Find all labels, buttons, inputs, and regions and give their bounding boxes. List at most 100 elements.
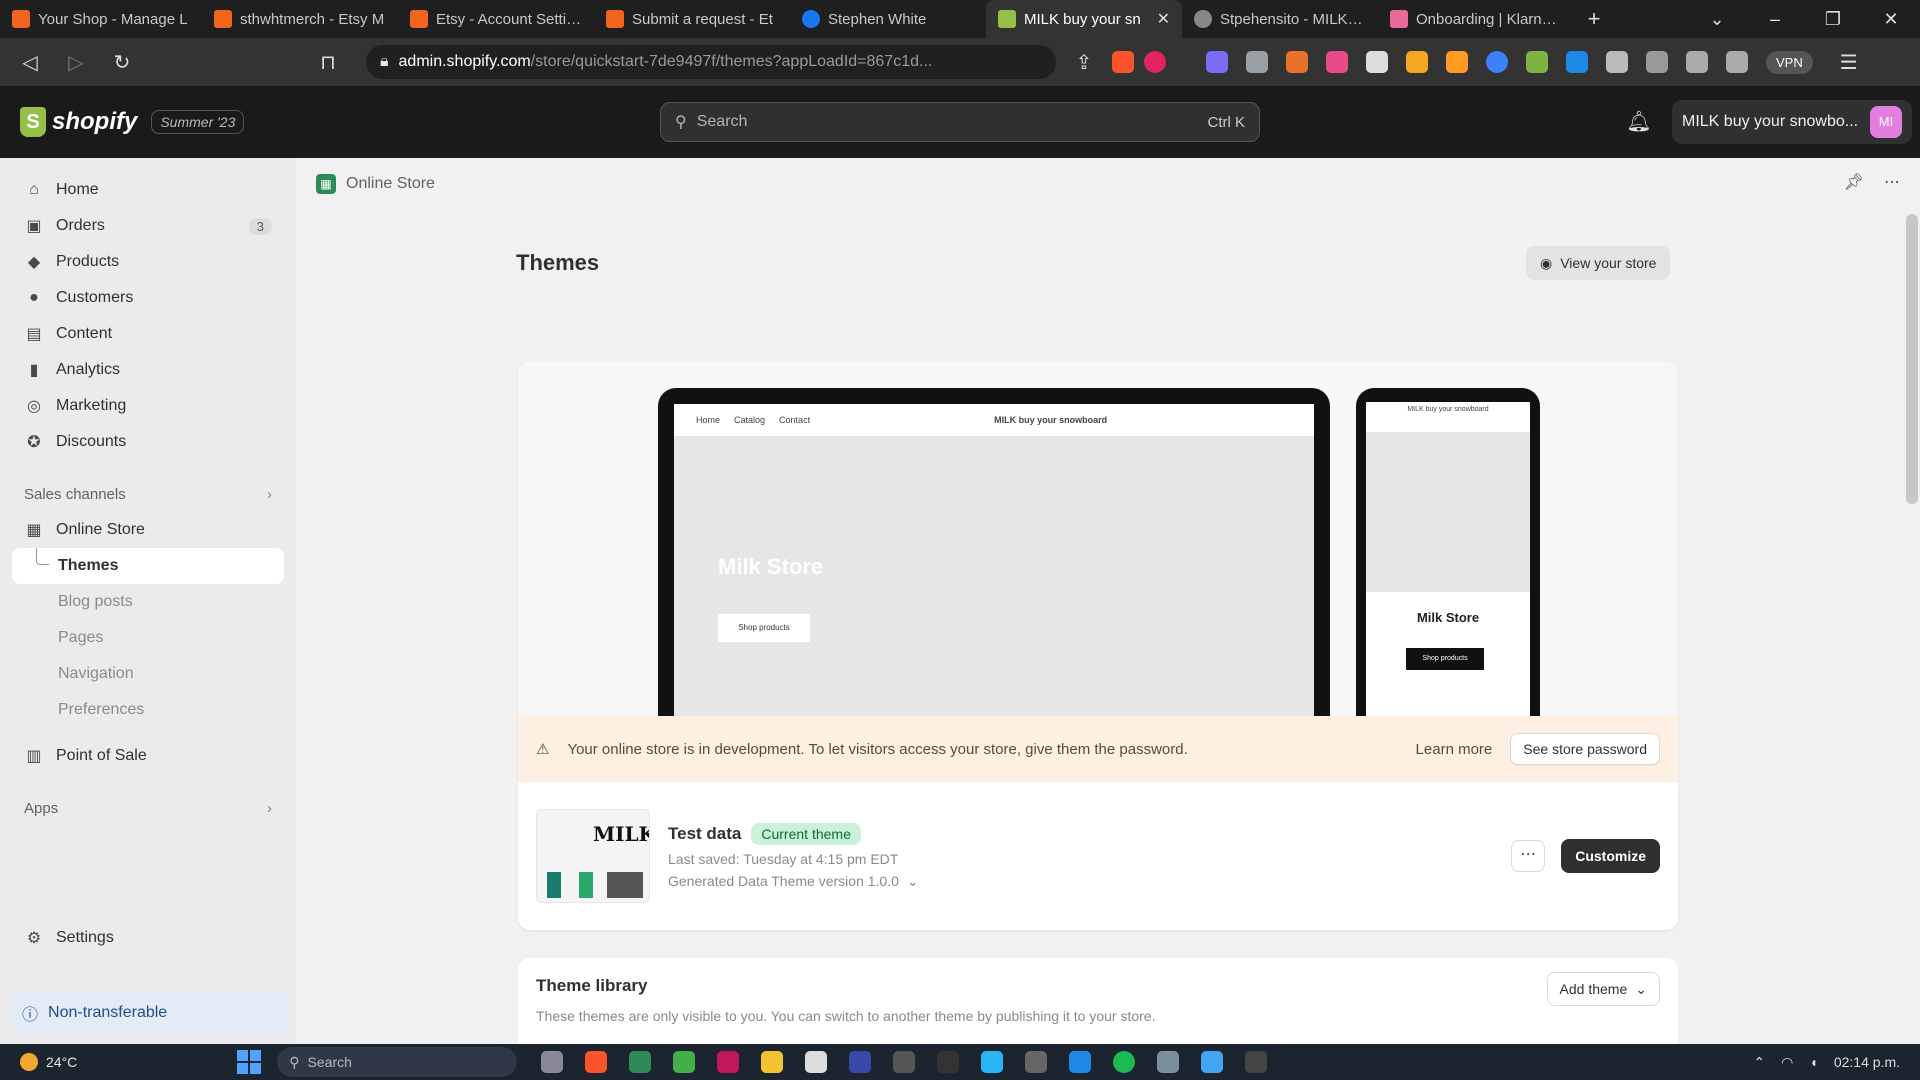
theme-actions-button[interactable]: ⋯ [1511,840,1546,872]
breadcrumb[interactable]: ▦ Online Store [316,174,435,194]
shopify-logo[interactable]: S shopify [20,107,137,137]
app-icon[interactable] [1201,1051,1224,1073]
see-store-password-button[interactable]: See store password [1510,733,1660,765]
edition-badge[interactable]: Summer '23 [151,110,245,134]
extension-icon[interactable] [1366,51,1388,73]
app-icon[interactable] [893,1051,916,1073]
sidebar-icon[interactable] [1686,51,1708,73]
extension-icon[interactable] [1406,51,1428,73]
pin-icon[interactable]: 📌︎ [1844,172,1864,192]
scrollbar[interactable] [1906,214,1918,504]
browser-tab[interactable]: sthwhtmerch - Etsy M [202,0,398,38]
app-icon[interactable] [629,1051,652,1073]
app-icon[interactable] [1069,1051,1092,1073]
sales-channels-header[interactable]: Sales channels › [12,476,284,512]
mail-icon[interactable] [805,1051,828,1073]
forward-arrow-icon[interactable]: ▷ [58,50,94,75]
spotify-icon[interactable] [1113,1051,1136,1073]
store-account-menu[interactable]: MILK buy your snowbo... MI [1672,100,1912,144]
admin-search-input[interactable]: ⚲ Search Ctrl K [660,102,1260,142]
store-icon[interactable] [1025,1051,1048,1073]
windows-start-icon[interactable] [237,1050,262,1074]
extension-icon[interactable] [1486,51,1508,73]
extension-icon[interactable] [1286,51,1308,73]
theme-info: Test data Current theme Last saved: Tues… [668,822,919,890]
folder-icon[interactable] [761,1051,784,1073]
sidebar-item-customers[interactable]: ● Customers [12,280,284,316]
extension-icon[interactable] [1246,51,1268,73]
theme-version-dropdown[interactable]: Generated Data Theme version 1.0.0 ⌄ [668,873,919,890]
brave-rewards-icon[interactable] [1144,51,1166,73]
tray-chevron-icon[interactable]: ⌃ [1753,1054,1765,1071]
development-warning-banner: ⚠ Your online store is in development. T… [518,716,1678,782]
app-icon[interactable] [849,1051,872,1073]
browser-tab[interactable]: Stpehensito - MILK bu [1182,0,1378,38]
customize-button[interactable]: Customize [1561,839,1660,873]
extension-icon[interactable] [1326,51,1348,73]
apps-header[interactable]: Apps › [12,790,284,826]
settings-app-icon[interactable] [1157,1051,1180,1073]
weather-widget[interactable]: 24°C [20,1053,77,1071]
view-store-button[interactable]: ◉ View your store [1526,246,1671,280]
browser-tab-active[interactable]: MILK buy your sn ✕ [986,0,1182,38]
sidebar-item-discounts[interactable]: ✪ Discounts [12,424,284,460]
sidebar-subitem-navigation[interactable]: Navigation [12,656,284,692]
browser-tab[interactable]: Etsy - Account Settings [398,0,594,38]
puzzle-icon[interactable] [1606,51,1628,73]
current-theme-badge: Current theme [751,822,861,845]
volume-icon[interactable]: ◖ [1809,1054,1817,1070]
restore-icon[interactable]: ❐ [1804,0,1862,38]
vpn-button[interactable]: VPN [1766,50,1813,74]
browser-tab[interactable]: Submit a request - Et [594,0,790,38]
minimize-icon[interactable]: – [1746,0,1804,38]
sidebar-item-content[interactable]: ▤ Content [12,316,284,352]
notifications-bell-icon[interactable]: 🔔︎ [1620,104,1658,140]
add-theme-button[interactable]: Add theme ⌄ [1546,972,1660,1006]
sidebar-item-marketing[interactable]: ◎ Marketing [12,388,284,424]
bookmark-icon[interactable]: ⊓ [310,50,346,75]
sidebar-item-analytics[interactable]: ▮ Analytics [12,352,284,388]
sidebar-subitem-preferences[interactable]: Preferences [12,692,284,728]
wifi-icon[interactable]: ◠ [1781,1054,1793,1071]
learn-more-link[interactable]: Learn more [1416,741,1493,758]
tab-list-chevron-icon[interactable]: ⌄ [1688,0,1746,38]
app-icon[interactable] [937,1051,960,1073]
clock[interactable]: 02:14 p.m. [1834,1054,1900,1070]
extension-icon[interactable] [1206,51,1228,73]
new-tab-button[interactable]: + [1574,0,1614,38]
url-field[interactable]: 🔒︎ admin.shopify.com/store/quickstart-7d… [366,45,1056,79]
reload-icon[interactable]: ↻ [104,50,140,75]
download-icon[interactable] [1646,51,1668,73]
app-icon[interactable] [1245,1051,1268,1073]
browser-tab[interactable]: Your Shop - Manage L [0,0,202,38]
sidebar-item-point-of-sale[interactable]: ▥ Point of Sale [12,738,284,774]
brave-app-icon[interactable] [585,1051,608,1073]
sidebar-subitem-pages[interactable]: Pages [12,620,284,656]
sidebar-subitem-themes[interactable]: Themes [12,548,284,584]
close-window-icon[interactable]: ✕ [1862,0,1920,38]
sidebar-subitem-blog-posts[interactable]: Blog posts [12,584,284,620]
close-tab-icon[interactable]: ✕ [1157,9,1170,29]
brave-shield-icon[interactable] [1112,51,1134,73]
extension-icon[interactable] [1446,51,1468,73]
more-actions-icon[interactable]: ⋯ [1884,172,1900,192]
app-icon[interactable] [673,1051,696,1073]
menu-icon[interactable]: ☰ [1831,50,1867,75]
wallet-icon[interactable] [1726,51,1748,73]
sidebar-item-home[interactable]: ⌂ Home [12,172,284,208]
extension-icon[interactable] [1526,51,1548,73]
taskview-icon[interactable] [541,1051,564,1073]
back-arrow-icon[interactable]: ◁ [12,50,48,75]
non-transferable-notice[interactable]: ⓘ Non-transferable [12,992,288,1034]
browser-tab[interactable]: Onboarding | Klarna M [1378,0,1574,38]
app-icon[interactable] [717,1051,740,1073]
app-icon[interactable] [981,1051,1004,1073]
sidebar-item-products[interactable]: ◆ Products [12,244,284,280]
sidebar-item-orders[interactable]: ▣ Orders 3 [12,208,284,244]
taskbar-search-input[interactable]: ⚲ Search [277,1047,518,1077]
share-icon[interactable]: ⇪ [1066,50,1102,75]
sidebar-item-online-store[interactable]: ▦ Online Store [12,512,284,548]
browser-tab[interactable]: Stephen White [790,0,986,38]
extension-icon[interactable] [1566,51,1588,73]
sidebar-item-settings[interactable]: ⚙ Settings [12,920,284,956]
